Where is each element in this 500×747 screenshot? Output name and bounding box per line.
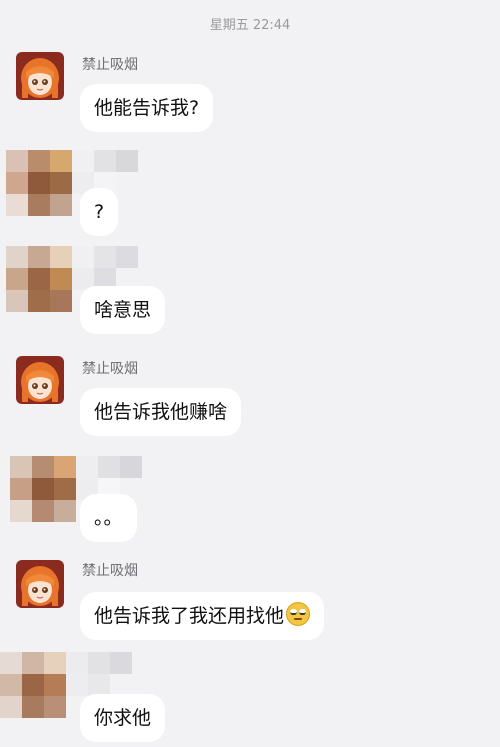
message-bubble[interactable]: ?: [80, 188, 119, 236]
message-bubble[interactable]: 你求他: [80, 694, 166, 742]
eye-roll-emoji-icon: [286, 602, 311, 626]
message-bubble[interactable]: 啥意思: [80, 286, 166, 334]
message-text: 他告诉我了我还用找他: [94, 605, 285, 627]
avatar[interactable]: [16, 356, 64, 404]
message-bubble[interactable]: 他能告诉我?: [80, 84, 214, 132]
sender-name: 禁止吸烟: [82, 361, 138, 377]
avatar[interactable]: [16, 560, 64, 608]
message-bubble[interactable]: 他告诉我他赚啥: [80, 388, 242, 436]
message-bubble[interactable]: 。。: [80, 494, 137, 542]
message-bubble[interactable]: 他告诉我了我还用找他: [80, 592, 325, 640]
avatar[interactable]: [16, 52, 64, 100]
sender-name: 禁止吸烟: [82, 563, 138, 579]
chat-timestamp: 星期五 22:44: [209, 18, 291, 33]
blurred-avatar: [6, 150, 138, 216]
sender-name: 禁止吸烟: [82, 57, 138, 73]
